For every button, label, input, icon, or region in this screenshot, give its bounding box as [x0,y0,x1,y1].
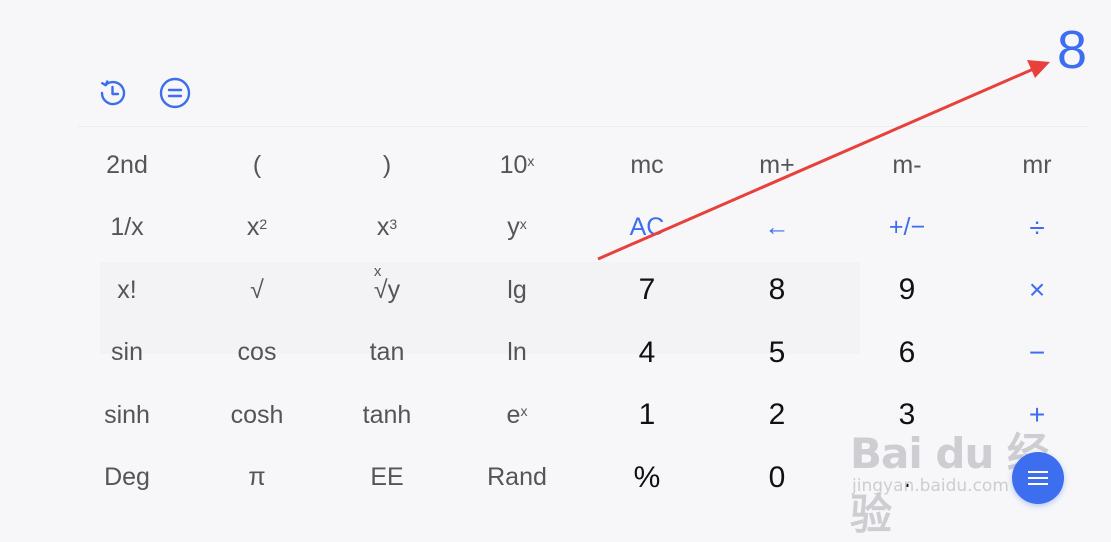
key-1[interactable]: 1 [582,384,712,447]
key-label: 10 [499,150,528,179]
key-8[interactable]: 8 [712,259,842,322]
key-multiply[interactable]: × [972,259,1102,322]
key-deg[interactable]: Deg [62,447,192,510]
key-label: y [507,213,520,242]
clock-history-icon[interactable] [96,76,130,110]
key-cos[interactable]: cos [192,322,322,385]
key-square-root[interactable]: √ [192,259,322,322]
key-sinh[interactable]: sinh [62,384,192,447]
key-decimal[interactable]: . [842,447,972,510]
key-5[interactable]: 5 [712,322,842,385]
key-label: √y [373,275,401,304]
key-m-minus[interactable]: m- [842,134,972,197]
key-9[interactable]: 9 [842,259,972,322]
key-superscript: 2 [259,215,268,232]
key-mr[interactable]: mr [972,134,1102,197]
key-superscript: x [527,153,535,170]
key-2[interactable]: 2 [712,384,842,447]
key-ln[interactable]: ln [452,322,582,385]
key-y-power-x[interactable]: yx [452,197,582,260]
key-sin[interactable]: sin [62,322,192,385]
key-close-paren[interactable]: ) [322,134,452,197]
key-e-power-x[interactable]: ex [452,384,582,447]
key-x-root-y[interactable]: x √y [322,259,452,322]
key-reciprocal[interactable]: 1/x [62,197,192,260]
key-x-squared[interactable]: x2 [192,197,322,260]
key-superscript: x [519,215,527,232]
key-factorial[interactable]: x! [62,259,192,322]
key-plus[interactable]: + [972,384,1102,447]
key-percent[interactable]: % [582,447,712,510]
key-minus[interactable]: − [972,322,1102,385]
key-m-plus[interactable]: m+ [712,134,842,197]
result-display: 8 [1056,20,1087,80]
key-superscript: 3 [389,215,398,232]
key-all-clear[interactable]: AC [582,197,712,260]
equals-menu-icon[interactable] [158,76,192,110]
key-cosh[interactable]: cosh [192,384,322,447]
key-3[interactable]: 3 [842,384,972,447]
root-index: x [373,262,382,280]
key-sign-toggle[interactable]: +/− [842,197,972,260]
key-label: x [246,213,260,242]
key-rand[interactable]: Rand [452,447,582,510]
key-2nd[interactable]: 2nd [62,134,192,197]
key-label: e [506,400,521,429]
key-lg[interactable]: lg [452,259,582,322]
key-open-paren[interactable]: ( [192,134,322,197]
key-mc[interactable]: mc [582,134,712,197]
key-tanh[interactable]: tanh [322,384,452,447]
keypad: 2nd ( ) 10 x mc m+ m- mr 1/x x2 x3 yx AC … [62,134,1102,509]
key-7[interactable]: 7 [582,259,712,322]
hamburger-menu-icon[interactable] [1012,452,1064,504]
key-x-cubed[interactable]: x3 [322,197,452,260]
key-ten-power-x[interactable]: 10 x [452,134,582,197]
key-0[interactable]: 0 [712,447,842,510]
key-4[interactable]: 4 [582,322,712,385]
key-divide[interactable]: ÷ [972,197,1102,260]
key-pi[interactable]: π [192,447,322,510]
key-backspace[interactable]: ← [712,197,842,260]
key-superscript: x [520,403,528,420]
key-label: x [376,213,390,242]
display-divider [78,126,1087,127]
key-6[interactable]: 6 [842,322,972,385]
key-ee[interactable]: EE [322,447,452,510]
key-tan[interactable]: tan [322,322,452,385]
